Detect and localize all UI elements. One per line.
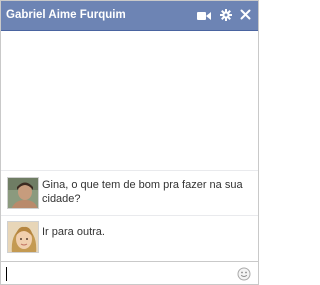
sender-avatar[interactable] <box>7 177 39 209</box>
message-text: Ir para outra. <box>42 226 105 238</box>
chat-titlebar[interactable]: Gabriel Aime Furquim <box>1 1 258 31</box>
chat-composer[interactable] <box>1 261 258 284</box>
chat-title[interactable]: Gabriel Aime Furquim <box>6 9 126 21</box>
smiley-icon[interactable] <box>237 267 251 281</box>
text-caret <box>6 267 7 281</box>
message-text: Gina, o que tem de bom pra fazer na sua … <box>42 179 243 205</box>
gear-icon[interactable] <box>220 9 232 21</box>
message-item: Gina, o que tem de bom pra fazer na sua … <box>1 170 258 215</box>
message-input[interactable] <box>9 265 229 283</box>
close-icon[interactable] <box>240 9 251 20</box>
sender-avatar[interactable] <box>7 221 39 253</box>
message-list[interactable]: Gina, o que tem de bom pra fazer na sua … <box>1 32 258 261</box>
message-item: Ir para outra. <box>1 215 258 261</box>
chat-window: Gabriel Aime Furquim Gina, o que tem de … <box>0 0 259 285</box>
video-icon[interactable] <box>197 11 211 21</box>
